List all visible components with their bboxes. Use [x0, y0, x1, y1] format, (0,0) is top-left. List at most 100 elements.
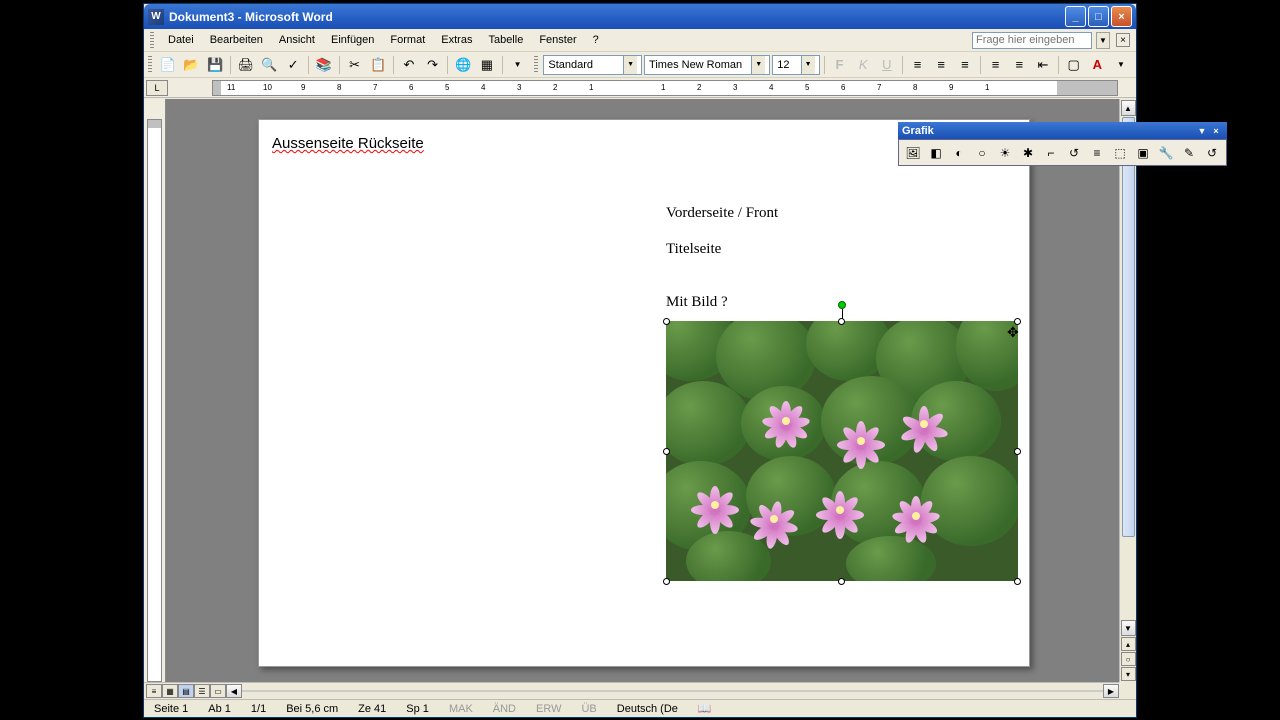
page[interactable]: Aussenseite Rückseite Vorderseite / Fron…: [258, 119, 1030, 667]
selection-handle-ml[interactable]: [663, 448, 670, 455]
print-button[interactable]: 🖨: [235, 54, 257, 76]
horizontal-ruler[interactable]: 11 10 9 8 7 6 5 4 3 2 1 1 2 3 4 5 6 7 8 …: [212, 80, 1118, 96]
menu-datei[interactable]: Datei: [160, 31, 202, 49]
font-combo[interactable]: Times New Roman ▼: [644, 55, 770, 75]
compress-button[interactable]: ⬚: [1109, 142, 1131, 164]
open-button[interactable]: 📂: [181, 54, 203, 76]
bold-button[interactable]: F: [829, 54, 851, 76]
selection-handle-bl[interactable]: [663, 578, 670, 585]
crop-button[interactable]: ⌐: [1040, 142, 1062, 164]
text-vorderseite[interactable]: Vorderseite / Front: [666, 205, 778, 222]
font-color-button[interactable]: A: [1086, 54, 1108, 76]
cut-button[interactable]: ✂: [344, 54, 366, 76]
align-center-button[interactable]: ≡: [930, 54, 952, 76]
format-picture-button[interactable]: 🔧: [1155, 142, 1177, 164]
line-style-button[interactable]: ≡: [1086, 142, 1108, 164]
prev-page-button[interactable]: ▴: [1121, 637, 1136, 651]
titlebar[interactable]: W Dokument3 - Microsoft Word _ □ ×: [144, 4, 1136, 29]
selection-handle-bm[interactable]: [838, 578, 845, 585]
scroll-up-button[interactable]: ▲: [1121, 100, 1136, 116]
menu-format[interactable]: Format: [382, 31, 433, 49]
numbered-list-button[interactable]: ≡: [985, 54, 1007, 76]
menu-extras[interactable]: Extras: [433, 31, 480, 49]
hscroll-right[interactable]: ▶: [1103, 684, 1119, 698]
selection-handle-mr[interactable]: [1014, 448, 1021, 455]
maximize-button[interactable]: □: [1088, 6, 1109, 27]
size-combo[interactable]: 12 ▼: [772, 55, 819, 75]
paste-button[interactable]: 📋: [367, 54, 389, 76]
brightness-more-button[interactable]: ☀: [994, 142, 1016, 164]
status-lang[interactable]: Deutsch (De: [613, 703, 682, 715]
tables-button[interactable]: ▦: [476, 54, 498, 76]
vertical-scrollbar[interactable]: ▲ ▼ ▴ ○ ▾: [1119, 99, 1136, 682]
help-search-input[interactable]: [972, 32, 1092, 49]
hyperlink-button[interactable]: 🌐: [452, 54, 474, 76]
redo-button[interactable]: ↷: [422, 54, 444, 76]
menu-tabelle[interactable]: Tabelle: [480, 31, 531, 49]
menubar-grip[interactable]: [150, 32, 154, 48]
color-button[interactable]: ◧: [925, 142, 947, 164]
grafik-toolbar[interactable]: Grafik ▼ × 🖼 ◧ ◐ ○ ☀ ✱ ⌐ ↺ ≡ ⬚ ▣ 🔧 ✎ ↺: [898, 122, 1227, 166]
research-button[interactable]: 📚: [313, 54, 335, 76]
grafik-titlebar[interactable]: Grafik ▼ ×: [898, 122, 1227, 139]
view-print[interactable]: ▤: [178, 684, 194, 698]
toolbar-grip[interactable]: [148, 56, 152, 74]
set-transparent-button[interactable]: ✎: [1178, 142, 1200, 164]
decrease-indent-button[interactable]: ⇤: [1032, 54, 1054, 76]
status-erw[interactable]: ERW: [532, 703, 565, 715]
vertical-ruler[interactable]: [144, 99, 166, 682]
undo-button[interactable]: ↶: [398, 54, 420, 76]
selection-handle-tm[interactable]: [838, 318, 845, 325]
save-button[interactable]: 💾: [204, 54, 226, 76]
document-scroll[interactable]: Aussenseite Rückseite Vorderseite / Fron…: [166, 99, 1136, 682]
format-options[interactable]: ▼: [1110, 54, 1132, 76]
scroll-down-button[interactable]: ▼: [1121, 620, 1136, 636]
hscroll-track[interactable]: [242, 690, 1103, 692]
menu-help[interactable]: ?: [585, 31, 607, 49]
italic-button[interactable]: K: [852, 54, 874, 76]
format-toolbar-grip[interactable]: [534, 56, 538, 74]
rotate-left-button[interactable]: ↺: [1063, 142, 1085, 164]
text-titelseite[interactable]: Titelseite: [666, 241, 721, 258]
brightness-less-button[interactable]: ✱: [1017, 142, 1039, 164]
view-outline[interactable]: ☰: [194, 684, 210, 698]
view-web[interactable]: ▦: [162, 684, 178, 698]
status-and[interactable]: ÄND: [489, 703, 520, 715]
inserted-image[interactable]: [666, 321, 1018, 581]
close-button[interactable]: ×: [1111, 6, 1132, 27]
spellcheck-button[interactable]: ✓: [282, 54, 304, 76]
tab-selector[interactable]: L: [146, 80, 168, 96]
grafik-options[interactable]: ▼: [1195, 124, 1209, 138]
reset-picture-button[interactable]: ↺: [1201, 142, 1223, 164]
bullet-list-button[interactable]: ≡: [1008, 54, 1030, 76]
next-page-button[interactable]: ▾: [1121, 667, 1136, 681]
menubar-close[interactable]: ×: [1116, 33, 1130, 47]
menu-bearbeiten[interactable]: Bearbeiten: [202, 31, 271, 49]
text-mit-bild[interactable]: Mit Bild ?: [666, 294, 728, 311]
text-rueckseite[interactable]: Aussenseite Rückseite: [272, 135, 424, 153]
text-wrapping-button[interactable]: ▣: [1132, 142, 1154, 164]
help-dropdown[interactable]: ▼: [1096, 32, 1110, 49]
grafik-close[interactable]: ×: [1209, 124, 1223, 138]
menu-einfuegen[interactable]: Einfügen: [323, 31, 382, 49]
view-reading[interactable]: ▭: [210, 684, 226, 698]
hscroll-left[interactable]: ◀: [226, 684, 242, 698]
menu-ansicht[interactable]: Ansicht: [271, 31, 323, 49]
align-right-button[interactable]: ≡: [954, 54, 976, 76]
contrast-less-button[interactable]: ○: [971, 142, 993, 164]
borders-button[interactable]: ▢: [1063, 54, 1085, 76]
contrast-more-button[interactable]: ◐: [948, 142, 970, 164]
status-ub[interactable]: ÜB: [577, 703, 600, 715]
selection-handle-tl[interactable]: [663, 318, 670, 325]
rotation-handle[interactable]: [838, 301, 846, 309]
selection-handle-tr[interactable]: [1014, 318, 1021, 325]
align-left-button[interactable]: ≡: [907, 54, 929, 76]
status-book-icon[interactable]: 📖: [694, 702, 716, 715]
menu-fenster[interactable]: Fenster: [531, 31, 584, 49]
browse-object-button[interactable]: ○: [1121, 652, 1136, 666]
scroll-thumb[interactable]: [1122, 117, 1135, 537]
insert-picture-button[interactable]: 🖼: [902, 142, 924, 164]
new-doc-button[interactable]: 📄: [157, 54, 179, 76]
style-combo[interactable]: Standard ▼: [543, 55, 642, 75]
view-normal[interactable]: ≡: [146, 684, 162, 698]
